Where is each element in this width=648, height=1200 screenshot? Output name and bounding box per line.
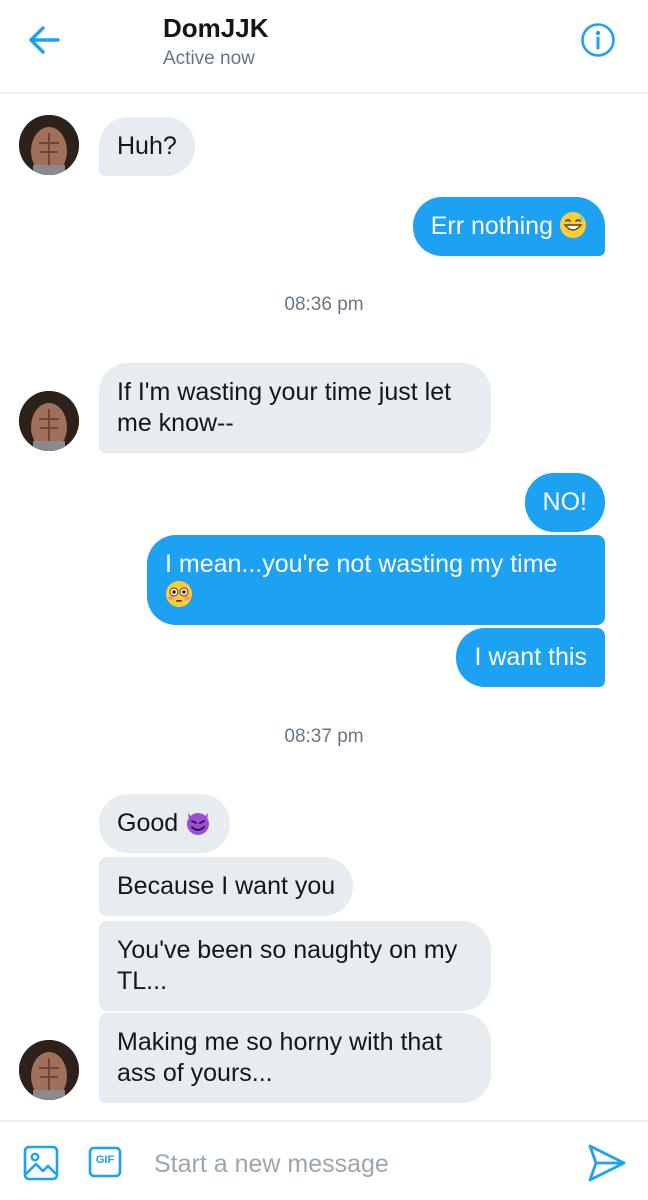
message-bubble-incoming[interactable]: Because I want you [99, 857, 354, 916]
message-bubble-incoming[interactable]: Good [99, 794, 231, 853]
message-text: Because I want you [117, 872, 336, 900]
message-bubble-outgoing[interactable]: I want this [456, 628, 605, 687]
conversation-info-button[interactable] [580, 22, 616, 58]
message-bubble-outgoing[interactable]: I mean...you're not wasting my time [147, 535, 605, 625]
message-bubble-incoming[interactable]: Making me so horny with that ass of your… [99, 1013, 491, 1103]
message-text: Good [117, 809, 179, 837]
message-text: You've been so naughty on my TL... [117, 936, 458, 995]
send-icon [588, 1144, 626, 1182]
message-text: Making me so horny with that ass of your… [117, 1028, 443, 1087]
add-gif-button[interactable]: GIF [88, 1146, 122, 1178]
back-arrow-icon [29, 26, 60, 54]
message-timestamp: 08:36 pm [284, 294, 364, 315]
conversation-title-block[interactable]: DomJJK Active now [163, 12, 268, 72]
flushed-face-emoji [166, 581, 192, 608]
add-photo-button[interactable] [22, 1144, 60, 1182]
active-status: Active now [163, 48, 255, 69]
message-text: I mean...you're not wasting my time [165, 550, 558, 578]
conversation-title: DomJJK [163, 13, 269, 43]
back-button[interactable] [26, 18, 90, 62]
message-bubble-incoming[interactable]: Huh? [99, 117, 195, 176]
message-input[interactable] [154, 1144, 554, 1184]
gif-label: GIF [95, 1154, 115, 1166]
message-text: If I'm wasting your time just let me kno… [117, 378, 452, 437]
avatar[interactable] [19, 391, 79, 451]
image-icon [23, 1145, 59, 1181]
info-icon [581, 23, 615, 57]
message-timestamp: 08:37 pm [284, 726, 364, 747]
message-bubble-incoming[interactable]: You've been so naughty on my TL... [99, 921, 491, 1011]
message-text: Err nothing [430, 212, 553, 240]
dm-conversation-screen: DomJJK Active now Huh? Err nothing 08:36… [0, 0, 648, 1200]
avatar[interactable] [19, 1040, 79, 1100]
send-button[interactable] [586, 1142, 628, 1184]
message-bubble-incoming[interactable]: If I'm wasting your time just let me kno… [99, 363, 491, 453]
message-bubble-outgoing[interactable]: Err nothing [412, 197, 605, 256]
smiling-devil-emoji [187, 813, 210, 836]
message-composer: GIF [0, 1120, 648, 1200]
message-text: NO! [542, 488, 587, 516]
message-text: Huh? [117, 132, 177, 160]
avatar[interactable] [19, 115, 79, 175]
message-bubble-outgoing[interactable]: NO! [524, 473, 605, 532]
grinning-sweat-emoji [560, 212, 586, 239]
conversation-header: DomJJK Active now [0, 0, 648, 94]
message-text: I want this [474, 643, 587, 671]
